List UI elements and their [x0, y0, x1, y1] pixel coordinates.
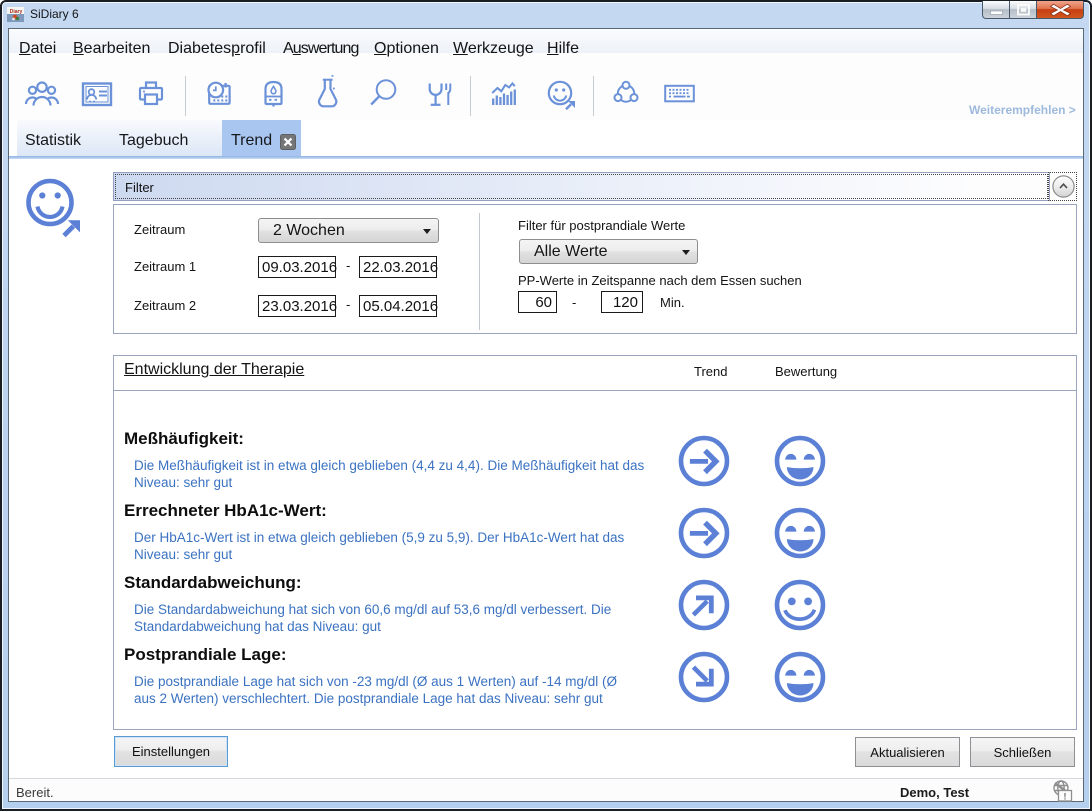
svg-text:!: !: [1064, 792, 1067, 802]
svg-text:Diary: Diary: [10, 9, 23, 15]
